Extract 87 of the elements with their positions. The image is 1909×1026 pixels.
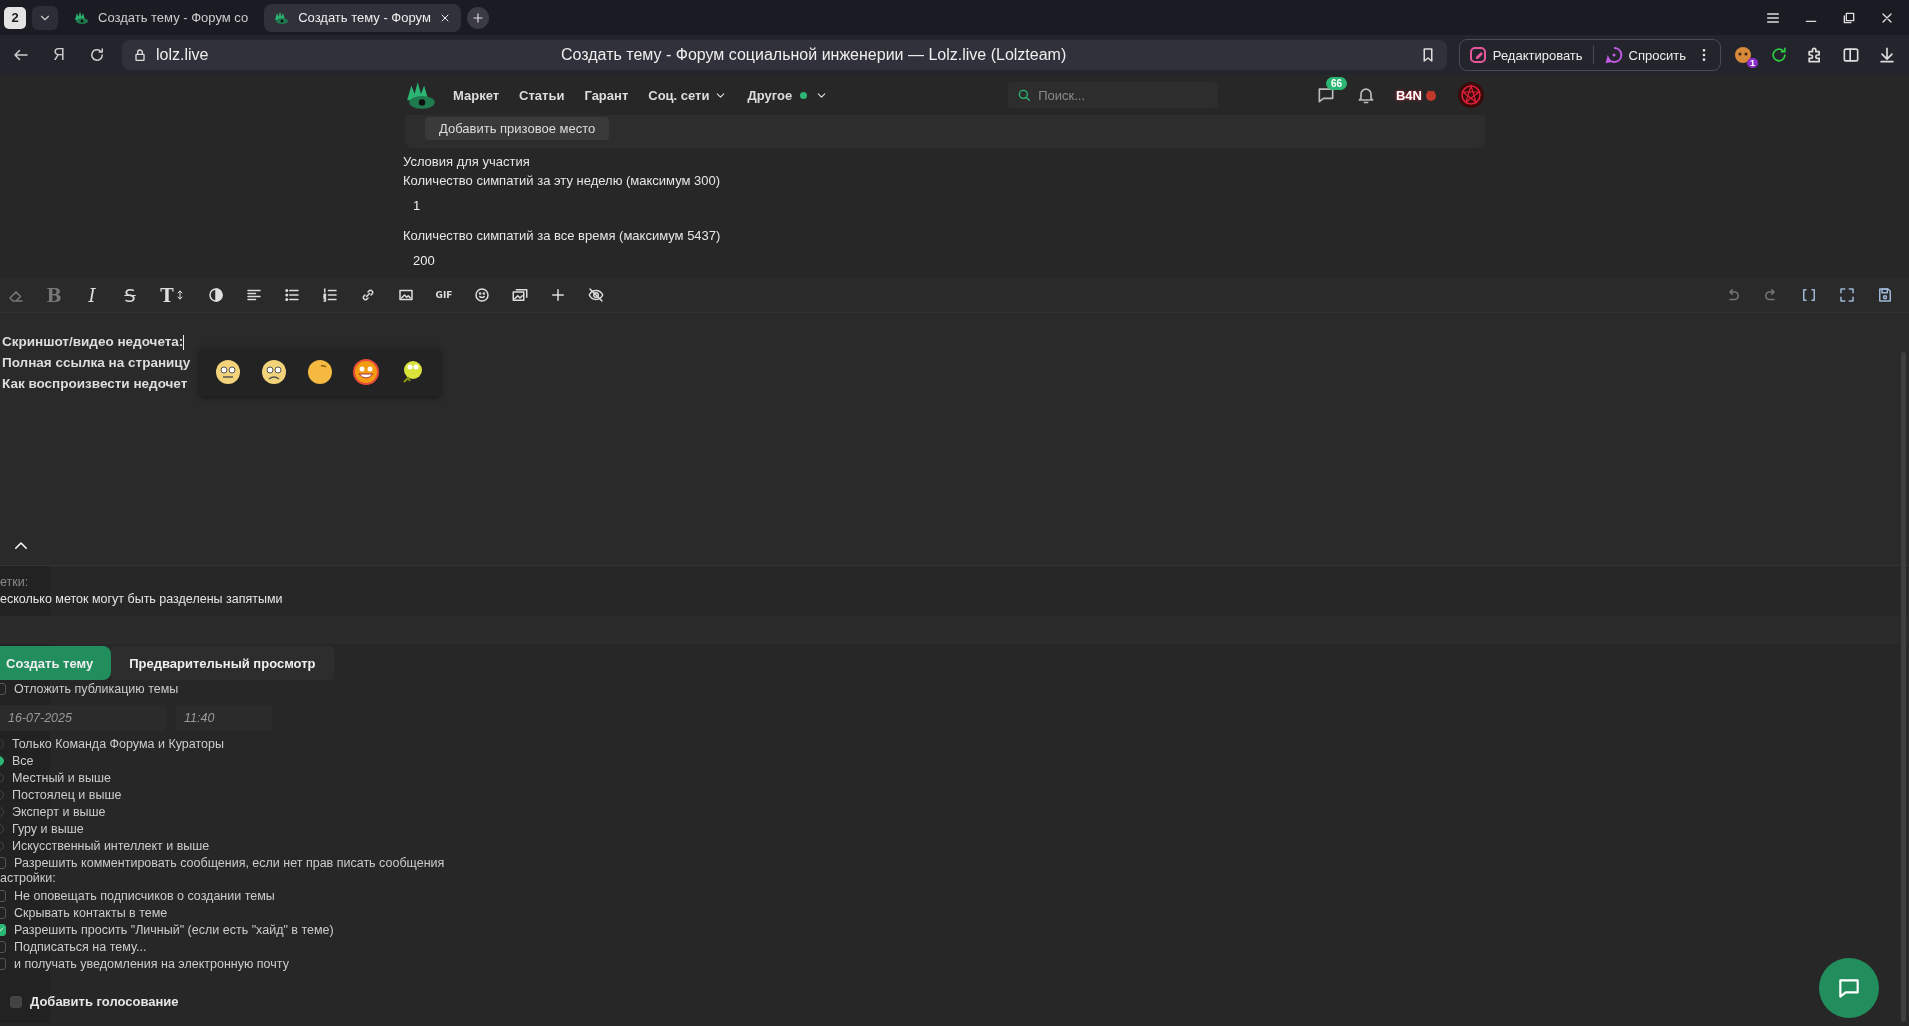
tab-list-button[interactable] — [32, 5, 58, 30]
chat-button[interactable] — [1819, 958, 1879, 1018]
logo-icon[interactable] — [274, 10, 291, 25]
checkbox-label: Разрешить комментировать сообщения, если нет прав писать сообщения — [14, 855, 445, 870]
section-title: Условия для участия — [403, 154, 531, 169]
sync-icon[interactable] — [1769, 45, 1789, 65]
radio-label: Все — [12, 753, 34, 768]
radio-label: Гуру и выше — [12, 821, 84, 836]
save-icon — [1876, 286, 1894, 304]
numbered-list-icon — [321, 286, 339, 304]
checkbox-label: Добавить голосование — [30, 994, 179, 1009]
smiley-icon — [473, 286, 491, 304]
nav-link[interactable]: Статьи — [519, 87, 565, 103]
logo-icon[interactable] — [74, 10, 90, 25]
download-icon[interactable] — [1877, 45, 1897, 65]
smiley-icon[interactable] — [260, 358, 288, 386]
message-count-badge: 66 — [1326, 77, 1348, 90]
smiley-icon[interactable] — [306, 358, 334, 386]
text-cursor — [183, 334, 185, 350]
chat-icon[interactable] — [1316, 85, 1336, 105]
editor-text-line: Полная ссылка на страницу — [2, 354, 191, 372]
checkbox-label: Подписаться на тему... — [14, 939, 147, 954]
radio-label: Только Команда Форума и Кураторы — [12, 736, 224, 751]
user-tag[interactable]: B4N — [1396, 87, 1437, 103]
brackets-icon — [1800, 286, 1818, 304]
preview-button[interactable]: Предварительный просмотр — [111, 646, 334, 680]
chat-bubble-icon — [1603, 45, 1624, 65]
checkbox-label: Не оповещать подписчиков о создании темы — [14, 888, 275, 903]
assistant-button[interactable]: Редактировать — [1467, 45, 1583, 65]
field-label: Количество симпатий за эту неделю (максимум 300) — [403, 173, 722, 188]
radio-label: Эксперт и выше — [12, 804, 106, 819]
submit-button[interactable]: Создать тему — [0, 646, 112, 680]
smiley-icon[interactable] — [214, 358, 242, 386]
contrast-icon — [207, 286, 225, 304]
plus-icon — [549, 286, 567, 304]
bell-icon[interactable] — [1356, 85, 1376, 105]
italic-button[interactable]: I — [80, 283, 104, 307]
nav-link[interactable]: Соц. сети — [648, 87, 728, 103]
extension-icon[interactable] — [1733, 45, 1753, 65]
url-text: lolz.live — [156, 46, 209, 64]
add-prize-button[interactable]: Добавить призовое место — [425, 117, 610, 140]
nav-link[interactable]: Другое — [747, 87, 829, 103]
status-dot — [800, 91, 808, 99]
avatar[interactable] — [1457, 81, 1485, 109]
time-field[interactable]: 11:40 — [176, 705, 272, 731]
address-field[interactable]: lolz.live Создать тему - Форум социальной инженерии — Lolz.live (Lolzteam) — [122, 40, 1447, 70]
edit-icon — [1467, 45, 1488, 65]
editor-text-line: Как воспроизвести недочет — [2, 375, 188, 393]
checkbox[interactable] — [10, 995, 22, 1008]
radio-label: Постоялец и выше — [12, 787, 122, 802]
radio-label: Местный и выше — [12, 770, 111, 785]
field-hint: есколько меток могут быть разделены запятыми — [0, 591, 284, 608]
search-field[interactable]: Поиск... — [1008, 82, 1219, 108]
bullet-list-icon — [283, 286, 301, 304]
field-label: Количество симпатий за все время (максимум 5437) — [403, 227, 722, 243]
tab-counter: 2 — [4, 6, 26, 29]
lock-icon — [132, 47, 148, 63]
date-field[interactable]: 16-07-2025 — [0, 705, 166, 731]
browser-tab[interactable]: Создать тему - Форум — [264, 3, 461, 32]
plus-icon — [470, 10, 485, 25]
browser-tab[interactable]: Создать тему - Форум со — [64, 3, 259, 32]
side-panel-icon[interactable] — [1841, 45, 1861, 65]
new-tab-button[interactable] — [466, 6, 489, 29]
nav-link[interactable]: Маркет — [453, 87, 500, 103]
gif-button[interactable]: GIF — [432, 283, 456, 307]
search-icon — [1016, 87, 1033, 103]
checkbox-label: Разрешить просить "Личный" (если есть "хайд" в теме) — [14, 922, 334, 937]
strikethrough-button[interactable]: S — [118, 283, 142, 307]
radio-label: Искусственный интеллект и выше — [12, 838, 210, 853]
checkbox-label: и получать уведомления на электронную почту — [14, 956, 289, 971]
page-title: Создать тему - Форум социальной инженерии — Lolz.live (Lolzteam) — [560, 46, 1068, 64]
editor-text-line: Скриншот/видео недочета: — [2, 333, 185, 352]
font-size-button[interactable]: T — [156, 283, 190, 307]
checkbox-label: Скрывать контакты в теме — [14, 905, 168, 920]
checkbox-label: Отложить публикацию темы — [14, 681, 179, 696]
nav-link[interactable]: Гарант — [584, 87, 629, 103]
smiley-icon[interactable] — [352, 358, 380, 386]
home-button[interactable]: Я — [46, 42, 72, 68]
field-label: етки: — [0, 574, 30, 591]
reload-icon — [88, 46, 106, 64]
hide-icon — [587, 286, 605, 304]
extension-badge: 1 — [1747, 58, 1758, 68]
section-title: астройки: — [0, 871, 57, 887]
tags-field[interactable] — [0, 616, 1909, 644]
gallery-icon — [511, 286, 529, 304]
fullscreen-icon — [1838, 286, 1856, 304]
assistant-button[interactable]: Спросить — [1603, 45, 1686, 65]
